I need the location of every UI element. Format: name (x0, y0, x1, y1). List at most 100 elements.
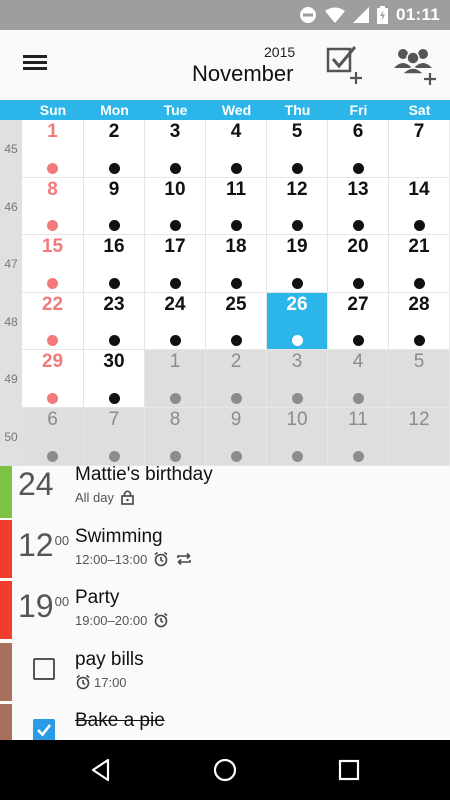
day-cell[interactable]: 2 (84, 120, 145, 178)
alarm-icon (153, 612, 169, 628)
day-number: 15 (41, 236, 64, 258)
day-cell[interactable]: 25 (206, 292, 267, 351)
day-cell[interactable]: 26 (267, 292, 328, 351)
day-cell[interactable]: 18 (206, 235, 267, 293)
year-label: 2015 (264, 44, 296, 60)
day-cell[interactable]: 1 (22, 120, 84, 178)
day-cell[interactable]: 9 (84, 177, 145, 236)
day-cell[interactable]: 13 (328, 177, 389, 236)
add-contact-icon (394, 49, 436, 85)
agenda-event-item[interactable]: 1200 Swimming 12:00–13:00 (0, 520, 450, 578)
back-button[interactable] (86, 755, 116, 785)
day-cell[interactable]: 21 (389, 235, 450, 293)
weekday-label: Sun (39, 102, 67, 118)
do-not-disturb-icon (299, 7, 316, 23)
day-cell[interactable]: 6 (22, 408, 84, 466)
day-cell[interactable]: 29 (22, 350, 84, 408)
day-cell[interactable]: 12 (389, 408, 450, 466)
day-number: 26 (286, 293, 308, 315)
event-indicator-dot (169, 450, 181, 462)
day-cell[interactable]: 5 (389, 350, 450, 408)
day-number: 11 (225, 178, 247, 200)
agenda-event-item[interactable]: 1900 Party 19:00–20:00 (0, 581, 450, 639)
day-cell[interactable]: 17 (145, 235, 206, 293)
menu-button[interactable] (18, 52, 52, 78)
event-indicator-dot (108, 450, 120, 462)
day-cell[interactable]: 20 (328, 235, 389, 293)
day-cell[interactable]: 12 (267, 177, 328, 236)
day-cell[interactable]: 23 (84, 292, 145, 351)
event-indicator-dot (169, 162, 181, 174)
day-cell[interactable]: 19 (267, 235, 328, 293)
day-number: 28 (408, 293, 430, 315)
day-cell[interactable]: 30 (84, 350, 145, 408)
task-checkbox[interactable] (33, 719, 55, 740)
day-cell[interactable]: 7 (389, 120, 450, 178)
day-number: 9 (108, 178, 120, 200)
event-indicator-dot (230, 450, 242, 462)
agenda-event-item[interactable]: 24 Mattie's birthday All day (0, 466, 450, 518)
month-title[interactable]: November (192, 61, 293, 87)
day-cell[interactable]: 27 (328, 292, 389, 351)
event-indicator-dot (169, 277, 181, 289)
agenda-list: 24 Mattie's birthday All day 1200 Swimming 12… (0, 466, 450, 740)
day-cell[interactable]: 1 (145, 350, 206, 408)
day-cell[interactable]: 14 (389, 177, 450, 236)
event-indicator-dot (108, 277, 120, 289)
day-cell[interactable]: 9 (206, 408, 267, 466)
event-indicator-dot (230, 277, 242, 289)
event-title: Swimming (75, 526, 163, 547)
calendar-color-bar (0, 520, 12, 578)
calendar-color-bar (0, 643, 12, 701)
day-number: 14 (408, 178, 430, 200)
day-number: 3 (291, 351, 303, 373)
event-indicator-dot (230, 220, 242, 232)
event-indicator-dot (47, 162, 58, 174)
day-number: 9 (230, 409, 242, 430)
day-number: 17 (164, 236, 186, 258)
event-title: Mattie's birthday (75, 466, 213, 485)
time-range: 19:00–20:00 (75, 612, 148, 628)
battery-charging-icon (376, 6, 388, 24)
day-cell[interactable]: 22 (22, 292, 84, 351)
day-number: 30 (103, 351, 125, 373)
day-cell[interactable]: 6 (328, 120, 389, 178)
event-indicator-dot (291, 277, 303, 289)
app-bar: 2015 November (0, 30, 450, 100)
day-cell[interactable]: 5 (267, 120, 328, 178)
day-cell[interactable]: 3 (145, 120, 206, 178)
day-cell[interactable]: 10 (267, 408, 328, 466)
day-cell[interactable]: 15 (22, 235, 84, 293)
day-cell[interactable]: 11 (206, 177, 267, 236)
day-cell[interactable]: 16 (84, 235, 145, 293)
day-number: 6 (352, 121, 364, 142)
event-time-hour: 19 (18, 588, 54, 624)
agenda-task-item[interactable]: Bake a pie (0, 704, 450, 740)
day-cell[interactable]: 7 (84, 408, 145, 466)
add-task-button[interactable] (322, 44, 368, 86)
day-cell[interactable]: 4 (328, 350, 389, 408)
day-cell[interactable]: 4 (206, 120, 267, 178)
weekday-header: Sun Mon Tue Wed Thu Fri Sat (0, 100, 450, 120)
day-cell[interactable]: 24 (145, 292, 206, 351)
day-number: 11 (348, 409, 368, 430)
task-checkbox[interactable] (33, 658, 55, 680)
add-contact-button[interactable] (390, 44, 438, 86)
menu-icon (18, 55, 52, 70)
day-cell[interactable]: 11 (328, 408, 389, 466)
day-cell[interactable]: 28 (389, 292, 450, 351)
weekday-label: Tue (163, 102, 188, 118)
day-cell[interactable]: 3 (267, 350, 328, 408)
home-button[interactable] (210, 755, 240, 785)
day-cell[interactable]: 8 (145, 408, 206, 466)
day-cell[interactable]: 2 (206, 350, 267, 408)
day-cell[interactable]: 8 (22, 177, 84, 236)
event-indicator-dot (169, 335, 181, 347)
week-number: 50 (4, 430, 18, 444)
alarm-icon (153, 551, 169, 567)
recents-button[interactable] (334, 755, 364, 785)
event-time-large: 1200 (18, 527, 69, 564)
agenda-task-item[interactable]: pay bills 17:00 (0, 643, 450, 701)
alarm-icon (75, 674, 91, 690)
day-cell[interactable]: 10 (145, 177, 206, 236)
